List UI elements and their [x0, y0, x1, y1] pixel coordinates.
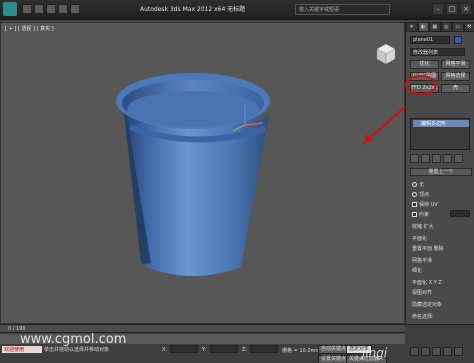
remove-modifier-icon[interactable] — [443, 154, 452, 163]
watermark-text: www.cgmol.com — [20, 332, 127, 347]
row-label: 无 — [419, 181, 425, 188]
pin-stack-icon[interactable] — [410, 154, 419, 163]
modifier-button[interactable]: 网格平滑 — [441, 60, 470, 69]
panel-row[interactable]: 收缩 扩大 — [412, 222, 434, 230]
checkbox-icon[interactable] — [412, 211, 417, 217]
play-icon[interactable] — [432, 347, 441, 356]
modifier-stack[interactable]: 编辑多边形 — [410, 118, 470, 150]
configure-sets-icon[interactable] — [454, 154, 463, 163]
panel-row[interactable]: 约束 — [412, 210, 429, 218]
app-logo-icon[interactable] — [3, 2, 17, 16]
tab-motion[interactable]: ◎ — [440, 22, 452, 32]
row-label: 视图对齐 — [412, 289, 433, 296]
modifier-button[interactable]: 网格选择 — [441, 72, 470, 81]
grid-readout: 栅格 = 10.0mm — [282, 348, 321, 354]
panel-row[interactable]: 视图对齐 — [412, 288, 432, 296]
row-label: 细化 — [412, 267, 423, 274]
modifier-button[interactable]: 壳 — [441, 84, 470, 93]
panel-row[interactable]: 平面化 — [412, 234, 427, 242]
object-color-swatch[interactable] — [454, 36, 462, 44]
row-label: 网格平滑 — [412, 257, 433, 264]
row-label: 命名选择: — [412, 313, 434, 320]
panel-row[interactable]: 重置平面 删除 — [412, 244, 444, 252]
row-label: 隐藏选定对象 — [412, 301, 443, 308]
row-label: 平面化 X Y Z — [412, 279, 442, 286]
stack-toolbar — [410, 154, 470, 163]
x-label: X: — [162, 347, 168, 353]
panel-row[interactable]: 细化 — [412, 266, 422, 274]
row-label: 顶点 — [419, 191, 430, 198]
tab-display[interactable]: ▭ — [452, 22, 464, 32]
x-coord-field[interactable] — [170, 345, 198, 353]
close-icon[interactable]: × — [460, 3, 472, 15]
panel-row[interactable]: 网格平滑 — [412, 256, 432, 264]
search-input[interactable]: 键入关键字或短语 — [295, 4, 390, 15]
panel-row[interactable]: 无 — [412, 180, 424, 188]
show-end-result-icon[interactable] — [421, 154, 430, 163]
rollout-header[interactable]: 量置上一个 — [410, 168, 472, 176]
panel-tabs: ✦ ◐ ▦ ◎ ▭ ⚒ — [406, 22, 474, 32]
panel-row[interactable]: 隐藏选定对象 — [412, 300, 442, 308]
previous-frame-icon[interactable] — [421, 347, 430, 356]
radio-icon[interactable] — [412, 191, 417, 197]
row-label: 保持 UV — [419, 201, 438, 208]
perspective-viewport[interactable]: [ + ] [ 透视 ] [ 真实 ] — [0, 22, 406, 325]
object-name-field[interactable]: plane01 — [410, 36, 450, 44]
undo-icon[interactable] — [58, 4, 68, 14]
window-title: Autodesk 3ds Max 2012 x64 无标题 — [140, 6, 246, 13]
z-label: Z: — [242, 347, 248, 353]
maxscript-listener[interactable]: 欢迎使用 — [2, 346, 42, 353]
row-label: 收缩 扩大 — [412, 223, 434, 230]
minimize-icon[interactable]: – — [432, 3, 444, 15]
command-panel: ✦ ◐ ▦ ◎ ▭ ⚒ plane01 修改器列表 优化 网格平滑 UVW 贴图… — [405, 22, 474, 324]
title-bar: Autodesk 3ds Max 2012 x64 无标题 键入关键字或短语 –… — [0, 0, 474, 20]
checkbox-icon[interactable] — [412, 201, 417, 207]
stack-item-edit-poly[interactable]: 编辑多边形 — [413, 120, 469, 127]
radio-icon[interactable] — [412, 181, 417, 187]
row-label: 重置平面 删除 — [412, 245, 444, 252]
maximize-icon[interactable]: □ — [446, 3, 458, 15]
panel-row[interactable]: 保持 UV — [412, 200, 438, 208]
prompt-line: 单击并拖动以选择并移动对象 — [44, 347, 110, 353]
row-label: 平面化 — [412, 235, 428, 242]
next-frame-icon[interactable] — [443, 347, 452, 356]
redo-icon[interactable] — [70, 4, 80, 14]
save-icon[interactable] — [46, 4, 56, 14]
panel-row[interactable]: 顶点 — [412, 190, 429, 198]
z-coord-field[interactable] — [250, 345, 278, 353]
tab-create[interactable]: ✦ — [406, 22, 418, 32]
panel-row: 命名选择: — [412, 312, 434, 320]
tab-utilities[interactable]: ⚒ — [463, 22, 474, 32]
y-label: Y: — [202, 347, 207, 353]
row-label: 约束 — [419, 211, 430, 218]
modifier-list-dropdown[interactable]: 修改器列表 — [410, 48, 465, 56]
panel-row[interactable]: 平面化 X Y Z — [412, 278, 442, 286]
tab-modify[interactable]: ◐ — [417, 22, 429, 32]
make-unique-icon[interactable] — [432, 154, 441, 163]
watermark-corner: jingi — [362, 346, 388, 360]
cup-model[interactable] — [1, 23, 406, 325]
modifier-button[interactable]: 优化 — [410, 60, 439, 69]
y-coord-field[interactable] — [210, 345, 238, 353]
go-to-start-icon[interactable] — [410, 347, 419, 356]
tab-hierarchy[interactable]: ▦ — [429, 22, 441, 32]
setkey-button[interactable]: 设置关键点 — [318, 355, 350, 363]
annotation-circle — [405, 75, 437, 95]
go-to-end-icon[interactable] — [454, 347, 463, 356]
autokey-button[interactable]: 自动关键点 — [318, 345, 350, 354]
new-icon[interactable] — [22, 4, 32, 14]
open-icon[interactable] — [34, 4, 44, 14]
spinner-field[interactable] — [450, 210, 470, 217]
